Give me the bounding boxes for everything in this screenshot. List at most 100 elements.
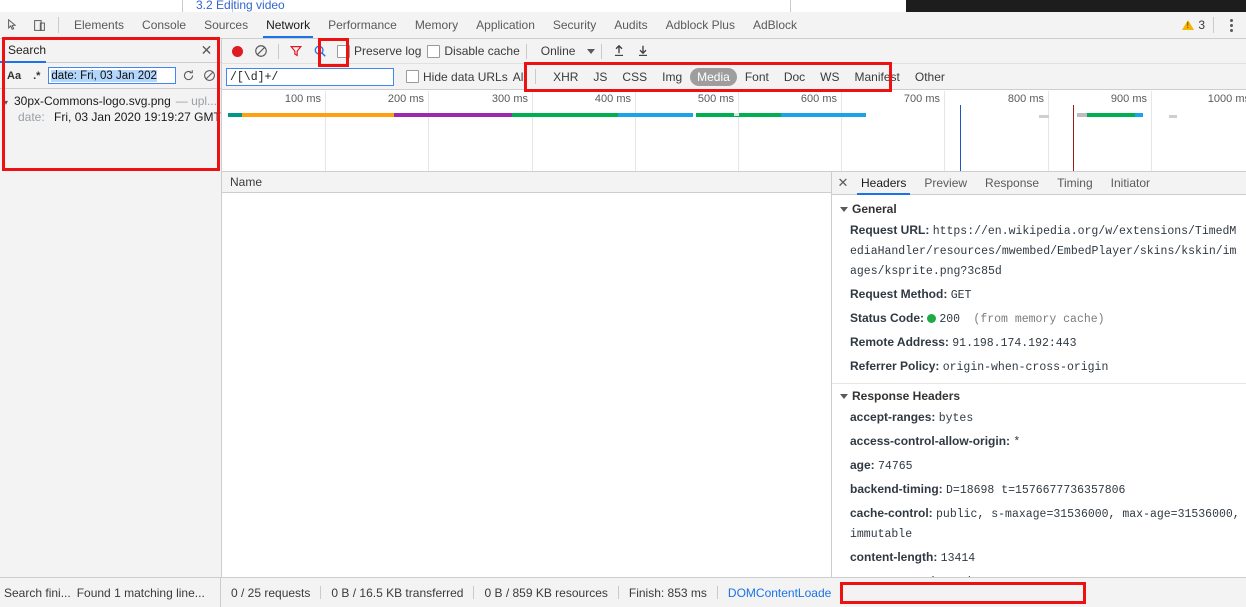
header-key: age: <box>850 458 875 472</box>
tab-headers[interactable]: Headers <box>852 172 915 195</box>
warning-triangle-icon <box>1182 20 1195 30</box>
search-results-list: ▾ 30px-Commons-logo.svg.png — upl... dat… <box>0 89 221 125</box>
hide-data-urls-checkbox[interactable]: Hide data URLs <box>406 70 508 84</box>
overview-tick-label: 200 ms <box>387 93 424 105</box>
tab-performance[interactable]: Performance <box>319 12 406 38</box>
overview-request-bar <box>394 113 512 117</box>
filter-type-css[interactable]: CSS <box>615 68 654 86</box>
general-section-label: General <box>852 202 897 216</box>
overview-request-bar <box>242 113 394 117</box>
regex-toggle[interactable]: .* <box>29 69 44 83</box>
header-row-remote-address: Remote Address: 91.198.174.192:443 <box>832 331 1246 355</box>
preserve-log-checkbox[interactable]: Preserve log <box>337 44 421 58</box>
overview-tick-label: 100 ms <box>284 93 321 105</box>
overview-faint-tick <box>1169 115 1177 118</box>
section-divider <box>832 383 1246 384</box>
filter-type-doc[interactable]: Doc <box>777 68 812 86</box>
general-section-title[interactable]: General <box>832 199 1246 219</box>
tab-network[interactable]: Network <box>257 12 319 38</box>
filter-funnel-icon[interactable] <box>285 40 307 62</box>
search-input-value: date: Fri, 03 Jan 202 <box>51 69 157 82</box>
header-key: Remote Address: <box>850 335 949 349</box>
kebab-menu-icon[interactable] <box>1222 14 1240 36</box>
warning-count-chip[interactable]: 3 <box>1182 18 1205 32</box>
search-panel-header: Search ✕ <box>0 39 221 63</box>
overview-request-bar <box>781 113 866 117</box>
tab-timing[interactable]: Timing <box>1048 172 1102 195</box>
devtools-window: 3.2 Editing video Elements Console Sourc… <box>0 0 1246 607</box>
close-icon[interactable]: ✕ <box>834 175 852 191</box>
chevron-down-icon <box>840 206 848 212</box>
close-icon[interactable]: ✕ <box>199 43 214 58</box>
tab-security[interactable]: Security <box>544 12 605 38</box>
filter-type-manifest[interactable]: Manifest <box>848 68 907 86</box>
search-panel-title: Search <box>0 39 47 63</box>
filter-type-font[interactable]: Font <box>738 68 776 86</box>
throttling-select[interactable]: Online <box>541 44 596 58</box>
tab-application[interactable]: Application <box>467 12 544 38</box>
requests-table-header[interactable]: Name <box>222 172 831 193</box>
inspect-cursor-icon[interactable] <box>0 12 26 38</box>
filter-type-img[interactable]: Img <box>655 68 689 86</box>
header-value: 74765 <box>878 460 913 473</box>
overview-gridline <box>944 91 945 171</box>
search-status-group: Search fini... Found 1 matching line... <box>0 578 221 607</box>
export-har-icon[interactable] <box>632 40 654 62</box>
tab-memory[interactable]: Memory <box>406 12 467 38</box>
clear-icon[interactable] <box>201 67 218 84</box>
tab-audits[interactable]: Audits <box>605 12 656 38</box>
overview-request-bar <box>1135 113 1143 117</box>
match-case-toggle[interactable]: Aa <box>3 69 25 83</box>
filter-toolbar: /[\d]+/ Hide data URLs All XHR JS CSS Im… <box>222 64 1246 90</box>
overview-event-marker <box>960 105 961 171</box>
search-result-file-row[interactable]: ▾ 30px-Commons-logo.svg.png — upl... <box>0 93 221 109</box>
response-headers-section-title[interactable]: Response Headers <box>832 386 1246 406</box>
search-icon[interactable] <box>309 40 331 62</box>
header-row-cache-control: cache-control: public, s-maxage=31536000… <box>832 502 1246 546</box>
status-dom-content-loaded[interactable]: DOMContentLoade <box>718 586 841 600</box>
filter-type-js[interactable]: JS <box>586 68 614 86</box>
tab-elements[interactable]: Elements <box>65 12 133 38</box>
filter-type-xhr[interactable]: XHR <box>546 68 585 86</box>
record-button[interactable] <box>226 40 248 62</box>
overview-gridline <box>532 91 533 171</box>
refresh-icon[interactable] <box>180 67 197 84</box>
tab-initiator[interactable]: Initiator <box>1102 172 1159 195</box>
header-key: accept-ranges: <box>850 410 936 424</box>
device-toolbar-icon[interactable] <box>26 12 52 38</box>
header-row-content-type: content-type: image/png <box>832 570 1246 577</box>
header-key: Request URL: <box>850 223 930 237</box>
toolbar-divider-2 <box>525 43 527 59</box>
import-har-icon[interactable] <box>608 40 630 62</box>
tab-adblock-plus[interactable]: Adblock Plus <box>657 12 744 38</box>
overview-faint-tick <box>734 113 739 116</box>
tab-preview[interactable]: Preview <box>915 172 976 195</box>
network-overview-timeline[interactable]: 100 ms 200 ms 300 ms 400 ms 500 ms 600 ms 700 … <box>222 91 1246 172</box>
filter-type-ws[interactable]: WS <box>813 68 846 86</box>
filter-input[interactable]: /[\d]+/ <box>226 67 394 86</box>
overview-event-marker <box>1073 105 1074 171</box>
filter-type-media[interactable]: Media <box>690 67 737 86</box>
tab-response[interactable]: Response <box>976 172 1048 195</box>
overview-tick-label: 400 ms <box>594 93 631 105</box>
search-found-text: Found 1 matching line... <box>76 585 205 600</box>
search-result-match-row[interactable]: date: Fri, 03 Jan 2020 19:19:27 GMT <box>0 109 221 125</box>
tab-sources[interactable]: Sources <box>195 12 257 38</box>
checkbox-box <box>427 44 441 58</box>
header-row-access-control-allow-origin: access-control-allow-origin: * <box>832 430 1246 454</box>
tab-console[interactable]: Console <box>133 12 195 38</box>
response-headers-section-label: Response Headers <box>852 389 961 403</box>
overview-gridlines: 100 ms 200 ms 300 ms 400 ms 500 ms 600 ms 700 … <box>222 91 1246 171</box>
header-value: 200 <box>939 313 961 326</box>
filter-type-all[interactable]: All <box>508 68 531 86</box>
toolbar-divider-1 <box>278 43 279 59</box>
clear-requests-icon[interactable] <box>250 40 272 62</box>
filter-type-other[interactable]: Other <box>908 68 952 86</box>
throttling-value: Online <box>540 44 576 58</box>
header-value: D=18698 t=1576677736357806 <box>946 484 1126 497</box>
search-input[interactable]: date: Fri, 03 Jan 202 <box>48 67 176 84</box>
tab-adblock[interactable]: AdBlock <box>744 12 806 38</box>
disable-cache-checkbox[interactable]: Disable cache <box>427 44 520 58</box>
chevron-down-icon[interactable]: ▾ <box>4 98 14 107</box>
status-code-note: (from memory cache) <box>973 313 1105 326</box>
